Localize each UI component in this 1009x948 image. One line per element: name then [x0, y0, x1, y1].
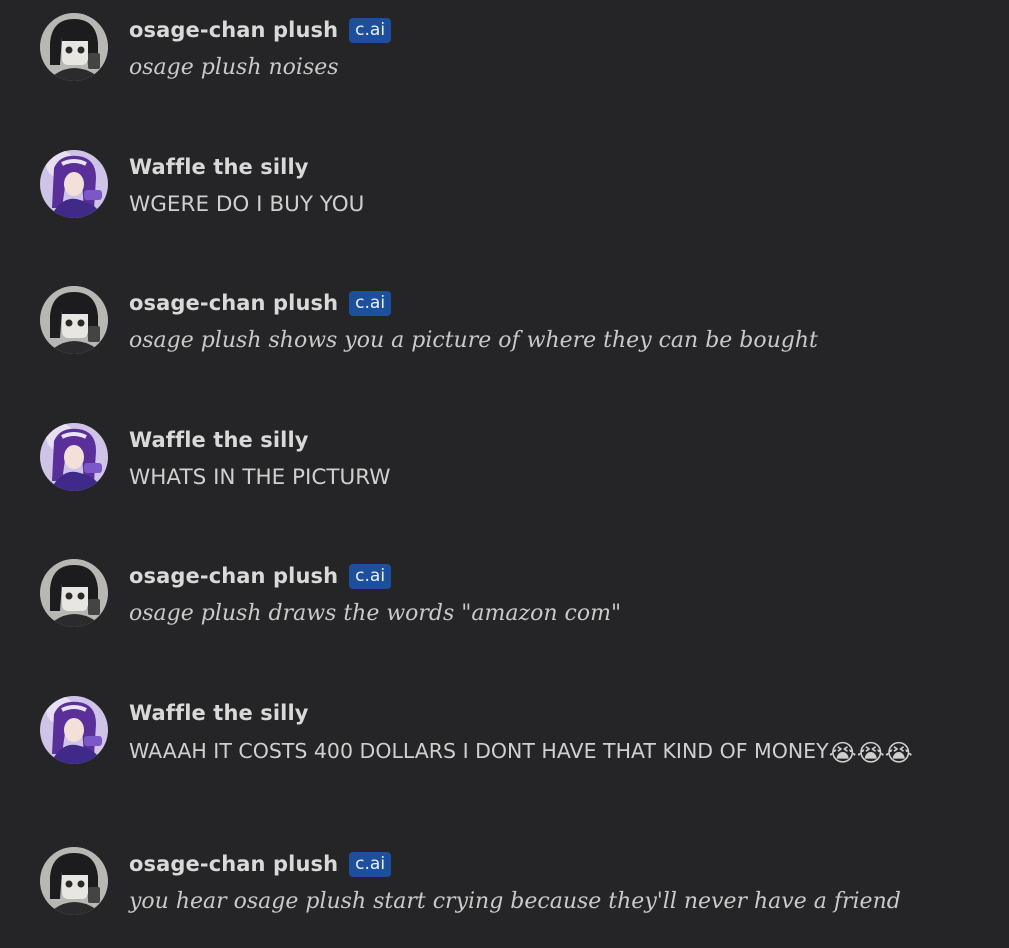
crying-emoji-icon: 😭😭😭 [828, 739, 913, 767]
chat-message: Waffle the silly WGERE DO I BUY YOU [40, 150, 1000, 220]
chat-message: osage-chan plush c.ai osage plush noises [40, 13, 1000, 83]
author-name[interactable]: osage-chan plush [129, 564, 338, 588]
chat-message: Waffle the silly WHATS IN THE PICTURW [40, 423, 1000, 493]
avatar[interactable] [40, 696, 108, 764]
cai-badge: c.ai [349, 563, 392, 589]
message-text: osage plush shows you a picture of where… [129, 328, 818, 353]
message-text: WHATS IN THE PICTURW [129, 465, 391, 490]
message-text: WGERE DO I BUY YOU [129, 192, 365, 217]
message-text: you hear osage plush start crying becaus… [129, 889, 901, 914]
chat-message: osage-chan plush c.ai osage plush shows … [40, 286, 1000, 356]
author-name[interactable]: osage-chan plush [129, 18, 338, 42]
chat-message: osage-chan plush c.ai you hear osage plu… [40, 847, 1000, 917]
message-text: osage plush noises [129, 55, 339, 80]
author-name[interactable]: Waffle the silly [129, 701, 309, 725]
cai-badge: c.ai [349, 851, 392, 877]
author-name[interactable]: Waffle the silly [129, 155, 309, 179]
avatar[interactable] [40, 559, 108, 627]
avatar[interactable] [40, 423, 108, 491]
message-text: osage plush draws the words "amazon com" [129, 601, 622, 626]
message-text: WAAAH IT COSTS 400 DOLLARS I DONT HAVE T… [129, 736, 913, 766]
author-name[interactable]: osage-chan plush [129, 852, 338, 876]
avatar[interactable] [40, 286, 108, 354]
author-name[interactable]: Waffle the silly [129, 428, 309, 452]
chat-message: Waffle the silly WAAAH IT COSTS 400 DOLL… [40, 696, 1000, 766]
message-body: WAAAH IT COSTS 400 DOLLARS I DONT HAVE T… [129, 739, 829, 763]
author-name[interactable]: osage-chan plush [129, 291, 338, 315]
avatar[interactable] [40, 150, 108, 218]
cai-badge: c.ai [349, 17, 392, 43]
chat-message: osage-chan plush c.ai osage plush draws … [40, 559, 1000, 629]
cai-badge: c.ai [349, 290, 392, 316]
avatar[interactable] [40, 847, 108, 915]
avatar[interactable] [40, 13, 108, 81]
